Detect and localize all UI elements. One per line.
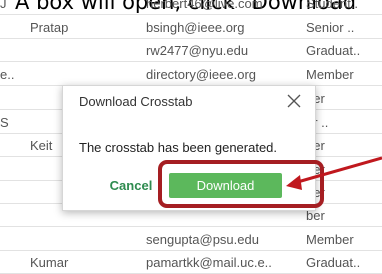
dialog-title: Download Crosstab: [79, 94, 193, 109]
table-cell: pamartkk@mail.uc.e..: [146, 255, 272, 270]
modal-overlay: Download Crosstab The crosstab has been …: [0, 0, 382, 255]
table-row: Kumar pamartkk@mail.uc.e.. Graduat..: [0, 253, 382, 274]
table-cell: Graduat..: [306, 255, 361, 270]
dialog-message: The crosstab has been generated.: [79, 140, 278, 155]
table-cell: Kumar: [30, 255, 69, 270]
download-button[interactable]: Download: [169, 173, 282, 198]
close-icon[interactable]: [283, 90, 305, 112]
